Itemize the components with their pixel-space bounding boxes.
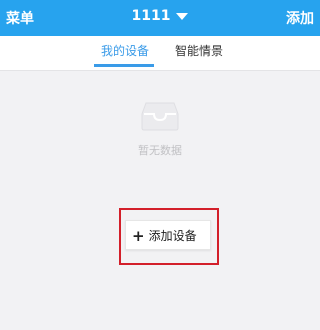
tab-bar: 我的设备 智能情景 xyxy=(0,36,320,71)
add-button[interactable]: 添加 xyxy=(286,8,314,28)
home-title: 1111 xyxy=(131,8,171,24)
dropdown-triangle-icon xyxy=(176,12,189,20)
empty-state-text: 暂无数据 xyxy=(138,144,182,157)
add-device-button[interactable]: + 添加设备 xyxy=(125,220,211,250)
home-selector[interactable]: 1111 xyxy=(0,8,320,24)
tab-active-indicator xyxy=(94,64,154,67)
plus-icon: + xyxy=(132,227,145,245)
add-device-label: 添加设备 xyxy=(148,229,197,243)
app-root: 菜单 1111 添加 我的设备 智能情景 暂无数据 + 添加设备 xyxy=(0,0,320,330)
top-bar: 菜单 1111 添加 xyxy=(0,0,320,36)
add-device-highlight: + 添加设备 xyxy=(119,208,219,265)
inbox-tray-icon xyxy=(141,102,179,131)
tab-my-devices[interactable]: 我的设备 xyxy=(101,42,149,59)
tab-smart-scenes[interactable]: 智能情景 xyxy=(175,42,223,59)
